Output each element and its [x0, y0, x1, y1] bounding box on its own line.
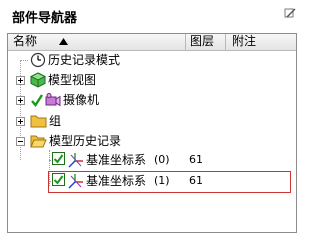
collapse-toggle[interactable] — [16, 137, 25, 146]
tree-item-datum-csys-0[interactable]: 基准坐标系 (0) 61 — [8, 150, 296, 170]
column-note[interactable]: 附注 — [226, 34, 296, 50]
model-view-icon — [30, 72, 46, 88]
folder-icon — [30, 115, 47, 128]
highlight-box — [48, 171, 291, 193]
tree-item-label: 摄像机 — [63, 93, 100, 107]
column-name-label: 名称 — [13, 34, 38, 48]
datum-csys-icon — [68, 153, 83, 168]
tree-item-model-views[interactable]: 模型视图 — [8, 70, 296, 90]
clock-icon — [30, 52, 46, 68]
sort-ascending-icon — [59, 38, 68, 45]
tree-item-label: 组 — [49, 114, 62, 128]
column-name[interactable]: 名称 — [8, 34, 186, 50]
feature-index: (0) — [154, 153, 170, 166]
column-layer[interactable]: 图层 — [186, 34, 226, 50]
tree-item-label: 模型视图 — [48, 73, 97, 87]
pin-icon[interactable] — [284, 8, 296, 20]
part-navigator-tree: 名称 图层 附注 历史记录模式 模型视图 摄像机 组 模型历史记录 基准坐标系 … — [7, 33, 297, 233]
checkmark-icon — [31, 94, 44, 107]
panel-title: 部件导航器 — [12, 11, 78, 26]
tree-item-group[interactable]: 组 — [8, 111, 296, 131]
open-folder-icon — [30, 135, 47, 148]
checkbox-checked-icon[interactable] — [52, 152, 66, 166]
column-note-label: 附注 — [232, 34, 257, 48]
tree-connector — [20, 60, 28, 61]
tree-item-cameras[interactable]: 摄像机 — [8, 90, 296, 110]
tree-item-label: 历史记录模式 — [48, 53, 121, 67]
expand-toggle[interactable] — [16, 96, 25, 105]
expand-toggle[interactable] — [16, 76, 25, 85]
tree-item-model-history[interactable]: 模型历史记录 — [8, 131, 296, 151]
camera-icon — [45, 93, 61, 107]
tree-item-history-mode[interactable]: 历史记录模式 — [8, 50, 296, 70]
tree-item-label: 模型历史记录 — [49, 134, 122, 148]
column-header: 名称 图层 附注 — [8, 34, 296, 51]
column-layer-label: 图层 — [190, 34, 215, 48]
layer-value: 61 — [189, 153, 203, 166]
expand-toggle[interactable] — [16, 117, 25, 126]
panel-header: 部件导航器 — [0, 0, 305, 30]
tree-item-label: 基准坐标系 — [86, 153, 147, 167]
